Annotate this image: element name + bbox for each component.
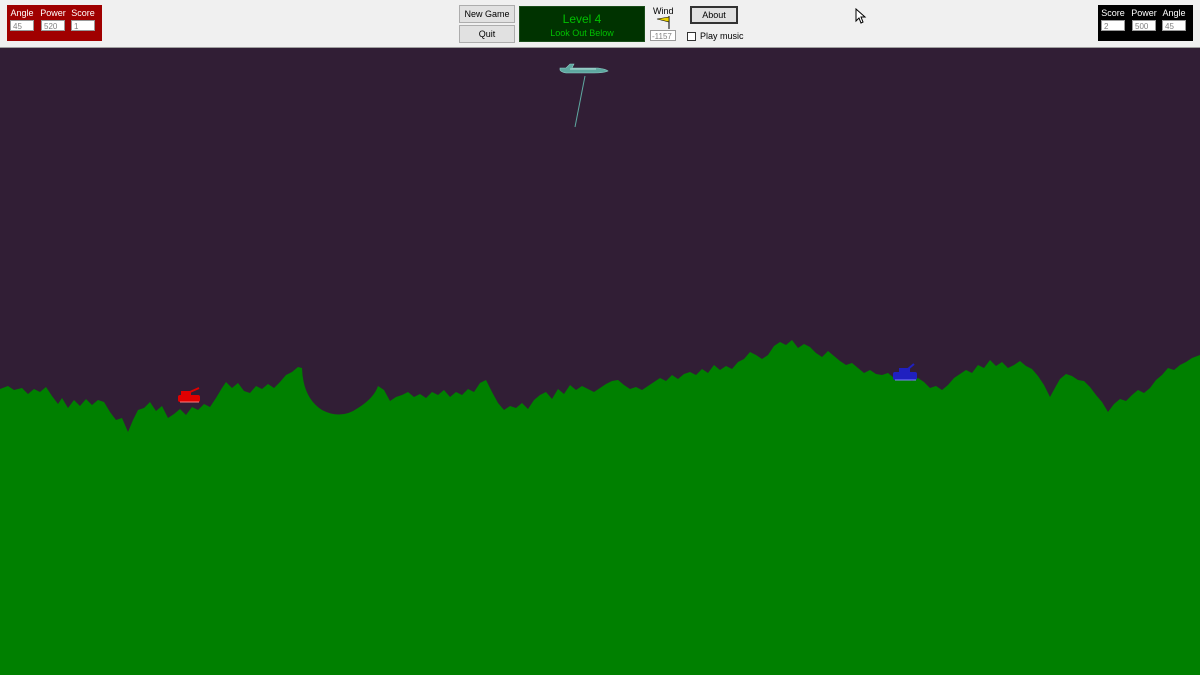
player2-power: Power 500 bbox=[1130, 5, 1158, 31]
play-music-label: Play music bbox=[700, 31, 744, 41]
player1-angle: Angle 45 bbox=[8, 5, 36, 31]
level-number: Level 4 bbox=[562, 12, 602, 26]
wind-flag-icon bbox=[656, 16, 670, 29]
about-button[interactable]: About bbox=[690, 6, 738, 24]
player2-panel: Score 2 Power 500 Angle 45 bbox=[1098, 5, 1193, 41]
player2-score-label: Score bbox=[1101, 8, 1125, 18]
mouse-cursor-icon bbox=[855, 8, 867, 24]
level-name: Look Out Below bbox=[550, 28, 614, 38]
level-display: Level 4 Look Out Below bbox=[519, 6, 645, 42]
player1-power: Power 520 bbox=[39, 5, 67, 31]
player2-angle-input[interactable]: 45 bbox=[1162, 20, 1186, 31]
player2-angle: Angle 45 bbox=[1160, 5, 1188, 31]
player1-power-input[interactable]: 520 bbox=[41, 20, 65, 31]
player1-score: Score 1 bbox=[69, 5, 97, 31]
new-game-button[interactable]: New Game bbox=[459, 5, 515, 23]
player1-panel: Angle 45 Power 520 Score 1 bbox=[7, 5, 102, 41]
quit-button[interactable]: Quit bbox=[459, 25, 515, 43]
play-music-checkbox[interactable] bbox=[687, 32, 696, 42]
player2-power-label: Power bbox=[1131, 8, 1157, 18]
play-music-toggle[interactable]: Play music bbox=[687, 31, 744, 42]
player2-power-input[interactable]: 500 bbox=[1132, 20, 1156, 31]
wind-value: -1157 bbox=[650, 30, 676, 41]
player1-power-label: Power bbox=[40, 8, 66, 18]
player2-score: Score 2 bbox=[1099, 5, 1127, 31]
player1-angle-input[interactable]: 45 bbox=[10, 20, 34, 31]
player2-angle-label: Angle bbox=[1162, 8, 1186, 18]
player1-score-label: Score bbox=[71, 8, 95, 18]
player1-angle-label: Angle bbox=[10, 8, 34, 18]
player1-score-value: 1 bbox=[71, 20, 95, 31]
player2-score-value: 2 bbox=[1101, 20, 1125, 31]
toolbar: Angle 45 Power 520 Score 1 New Game Quit… bbox=[0, 0, 1200, 48]
playfield[interactable] bbox=[0, 48, 1200, 675]
